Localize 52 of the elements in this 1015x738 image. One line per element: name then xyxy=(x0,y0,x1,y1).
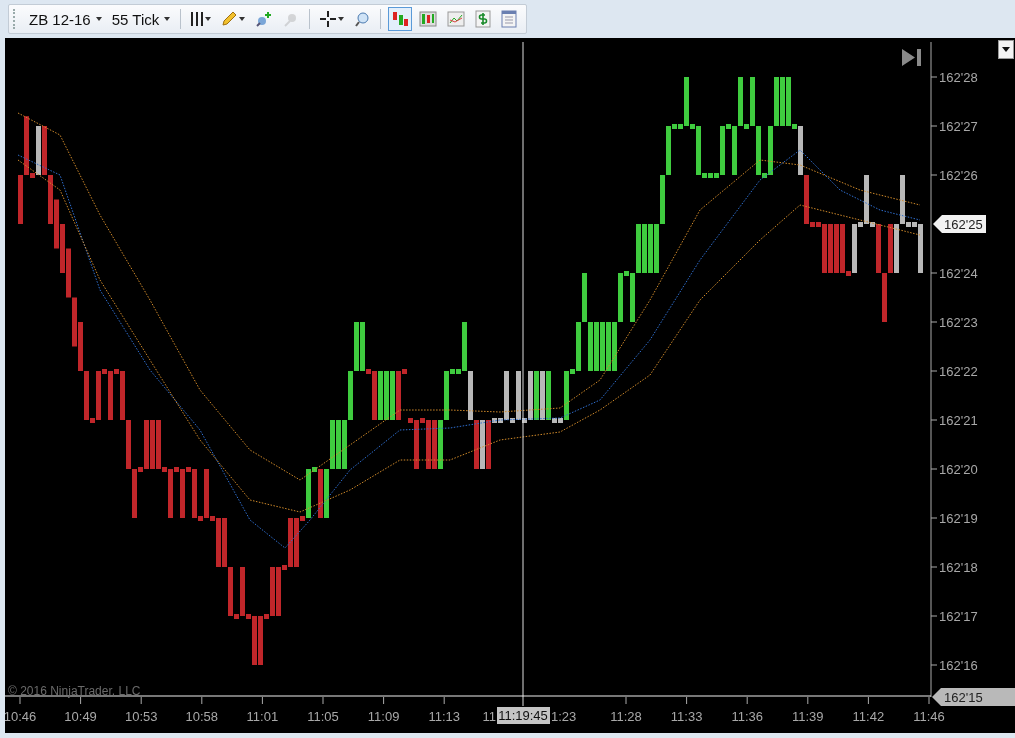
time-label: 11:13 xyxy=(428,709,460,724)
candlestick-icon xyxy=(419,10,438,28)
time-label: 1:23 xyxy=(551,709,577,724)
current-price-marker: 162'25 xyxy=(933,215,986,233)
caret-icon xyxy=(205,17,212,21)
time-label: 11 xyxy=(482,709,496,724)
time-label: 11:01 xyxy=(246,709,279,724)
price-label: 162'21 xyxy=(939,413,978,428)
time-label: 10:49 xyxy=(64,709,97,724)
caret-icon xyxy=(338,17,345,21)
add-indicator-icon xyxy=(255,11,274,27)
properties-icon xyxy=(501,10,518,28)
line-chart-icon xyxy=(447,10,466,28)
time-label: 11:36 xyxy=(731,709,763,724)
time-label: 11:33 xyxy=(670,709,703,724)
price-label: 162'28 xyxy=(939,70,978,85)
price-label: 162'20 xyxy=(939,462,978,477)
price-label: 162'16 xyxy=(939,658,978,673)
time-label: 11:42 xyxy=(852,709,885,724)
price-label: 162'27 xyxy=(939,119,978,134)
crosshair-time-label: 11:19:45 xyxy=(497,707,550,724)
time-label: 11:05 xyxy=(307,709,339,724)
price-label: 162'23 xyxy=(939,315,978,330)
price-label: 162'24 xyxy=(939,266,978,281)
time-label: 10:46 xyxy=(5,709,37,724)
chart-style-icon xyxy=(391,10,410,28)
caret-icon xyxy=(95,17,102,21)
skip-to-end-icon[interactable] xyxy=(902,49,921,66)
pencil-icon xyxy=(221,11,238,27)
time-label: 11:46 xyxy=(913,709,945,724)
price-label: 162'26 xyxy=(939,168,978,183)
caret-icon xyxy=(239,17,246,21)
price-label: 162'18 xyxy=(939,560,978,575)
dollar-icon xyxy=(475,10,492,28)
time-label: 11:39 xyxy=(792,709,824,724)
bar-type-icon xyxy=(191,11,204,27)
zoom-icon xyxy=(354,11,371,27)
price-label: 162'22 xyxy=(939,364,978,379)
copyright-text: © 2016 NinjaTrader, LLC xyxy=(8,684,141,698)
time-label: 10:58 xyxy=(185,709,219,724)
caret-icon xyxy=(164,17,171,21)
price-label: 162'17 xyxy=(939,609,978,624)
dropdown-button[interactable] xyxy=(998,40,1014,59)
instrument-dropdown[interactable]: ZB 12-16 xyxy=(26,10,105,28)
interval-dropdown[interactable]: 55 Tick xyxy=(108,10,174,28)
price-marker: 162'15 xyxy=(932,688,1015,706)
crosshair-icon xyxy=(320,11,337,27)
price-label: 162'19 xyxy=(939,511,978,526)
time-label: 11:09 xyxy=(367,709,400,724)
toolbar-grip-icon[interactable] xyxy=(13,9,18,29)
time-label: 10:53 xyxy=(124,709,158,724)
time-label: 11:28 xyxy=(610,709,642,724)
